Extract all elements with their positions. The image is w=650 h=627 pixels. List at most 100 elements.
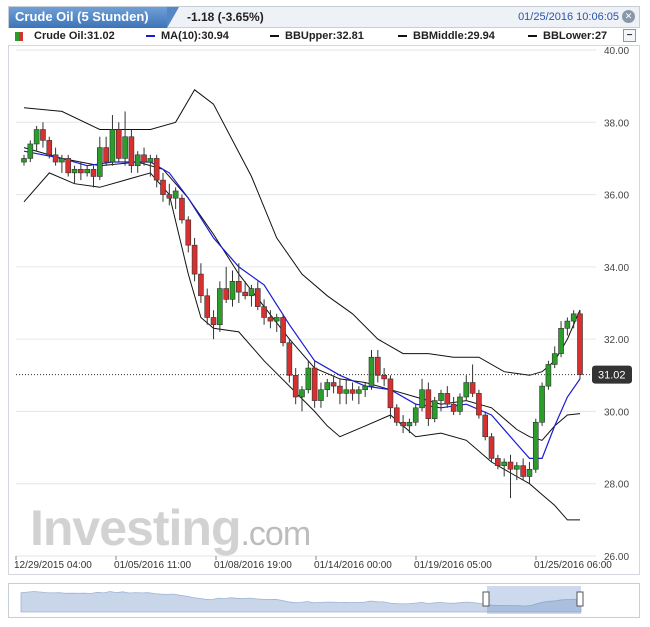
candle-body bbox=[273, 317, 280, 322]
candle-body bbox=[141, 154, 147, 163]
candle-body bbox=[27, 143, 34, 159]
x-tick-label: 01/08/2016 19:00 bbox=[214, 560, 292, 571]
candle-body bbox=[185, 219, 192, 246]
navigator-left-handle bbox=[482, 591, 490, 607]
candle-body bbox=[343, 389, 350, 394]
y-tick-label: 38.00 bbox=[604, 118, 629, 129]
candle-body bbox=[172, 190, 179, 199]
candle-body bbox=[115, 129, 122, 159]
candle-body bbox=[444, 393, 451, 405]
candle-body bbox=[349, 389, 356, 394]
bb-lower-line bbox=[23, 172, 580, 521]
price-chart[interactable]: 40.0038.0036.0034.0032.0030.0028.0026.00… bbox=[0, 0, 650, 580]
x-tick-label: 01/25/2016 06:00 bbox=[534, 560, 612, 571]
x-tick-label: 12/29/2015 04:00 bbox=[14, 560, 92, 571]
candle-body bbox=[330, 382, 337, 387]
candle-body bbox=[305, 367, 312, 391]
y-tick-label: 36.00 bbox=[604, 191, 629, 202]
candle-body bbox=[482, 414, 489, 438]
candle-body bbox=[495, 458, 501, 466]
y-tick-label: 28.00 bbox=[604, 480, 629, 491]
candle-body bbox=[191, 244, 198, 275]
candle-body bbox=[52, 154, 59, 163]
candle-body bbox=[501, 461, 507, 466]
candle-body bbox=[558, 327, 564, 354]
candle-body bbox=[362, 385, 368, 391]
candle-body bbox=[368, 356, 375, 387]
candle-body bbox=[450, 403, 457, 412]
candle-body bbox=[393, 407, 400, 423]
candle-body bbox=[286, 342, 293, 376]
candle-body bbox=[223, 288, 229, 300]
candle-body bbox=[59, 158, 65, 163]
candle-body bbox=[469, 382, 476, 394]
candle-body bbox=[78, 168, 84, 174]
watermark-logo: Investing.com bbox=[30, 500, 310, 556]
navigator-right-handle bbox=[576, 591, 584, 607]
navigator-selection bbox=[487, 586, 581, 614]
candle-body bbox=[21, 158, 27, 163]
watermark-word: Investing bbox=[30, 500, 240, 556]
x-tick-label: 01/14/2016 00:00 bbox=[314, 560, 392, 571]
candle-body bbox=[520, 465, 526, 477]
candle-body bbox=[375, 356, 381, 376]
candle-body bbox=[476, 393, 482, 416]
candle-body bbox=[103, 147, 109, 163]
candle-body bbox=[318, 389, 324, 401]
navigator[interactable] bbox=[8, 583, 640, 618]
candle-body bbox=[532, 421, 539, 470]
candle-body bbox=[71, 168, 78, 174]
candle-body bbox=[406, 421, 413, 427]
candle-body bbox=[261, 306, 267, 318]
candle-body bbox=[248, 288, 255, 297]
y-tick-label: 34.00 bbox=[604, 263, 629, 274]
candle-body bbox=[292, 374, 299, 398]
candle-body bbox=[147, 158, 154, 163]
candle-body bbox=[431, 400, 438, 419]
candle-body bbox=[514, 465, 520, 470]
candle-body bbox=[412, 407, 419, 423]
candle-body bbox=[311, 367, 318, 401]
candle-body bbox=[539, 385, 545, 423]
candle-body bbox=[337, 385, 343, 394]
candle-body bbox=[128, 136, 135, 166]
y-tick-label: 40.00 bbox=[604, 46, 629, 57]
candle-body bbox=[551, 353, 558, 365]
candle-body bbox=[210, 317, 217, 325]
candle-body bbox=[122, 136, 128, 159]
candle-body bbox=[254, 288, 261, 307]
y-tick-label: 32.00 bbox=[604, 335, 629, 346]
candle-body bbox=[134, 154, 141, 166]
candle-body bbox=[381, 374, 387, 380]
x-tick-label: 01/05/2016 11:00 bbox=[114, 560, 192, 571]
candle-body bbox=[463, 382, 470, 398]
candle-body bbox=[97, 147, 103, 177]
candle-body bbox=[324, 382, 331, 391]
candle-body bbox=[564, 320, 571, 329]
candle-body bbox=[299, 389, 305, 398]
candle-body bbox=[40, 129, 46, 141]
bb-upper-line bbox=[23, 89, 581, 376]
candle-body bbox=[267, 317, 274, 322]
candle-body bbox=[438, 393, 444, 401]
candle-body bbox=[545, 364, 552, 387]
candle-body bbox=[46, 140, 53, 156]
candle-body bbox=[457, 396, 463, 412]
navigator-chart[interactable] bbox=[9, 584, 639, 617]
candle-body bbox=[153, 158, 160, 181]
candle-body bbox=[570, 313, 577, 322]
candle-body bbox=[84, 168, 90, 174]
candle-body bbox=[526, 468, 533, 477]
watermark-suffix: .com bbox=[240, 515, 310, 553]
candle-body bbox=[280, 317, 286, 344]
candle-body bbox=[507, 461, 514, 470]
candle-body bbox=[217, 288, 223, 325]
candle-body bbox=[160, 179, 166, 195]
candle-body bbox=[229, 281, 236, 300]
candle-body bbox=[387, 378, 394, 409]
candle-body bbox=[179, 197, 185, 221]
candle-body bbox=[65, 158, 72, 174]
candle-body bbox=[425, 389, 432, 419]
candle-body bbox=[419, 389, 425, 409]
candle-body bbox=[242, 291, 248, 297]
